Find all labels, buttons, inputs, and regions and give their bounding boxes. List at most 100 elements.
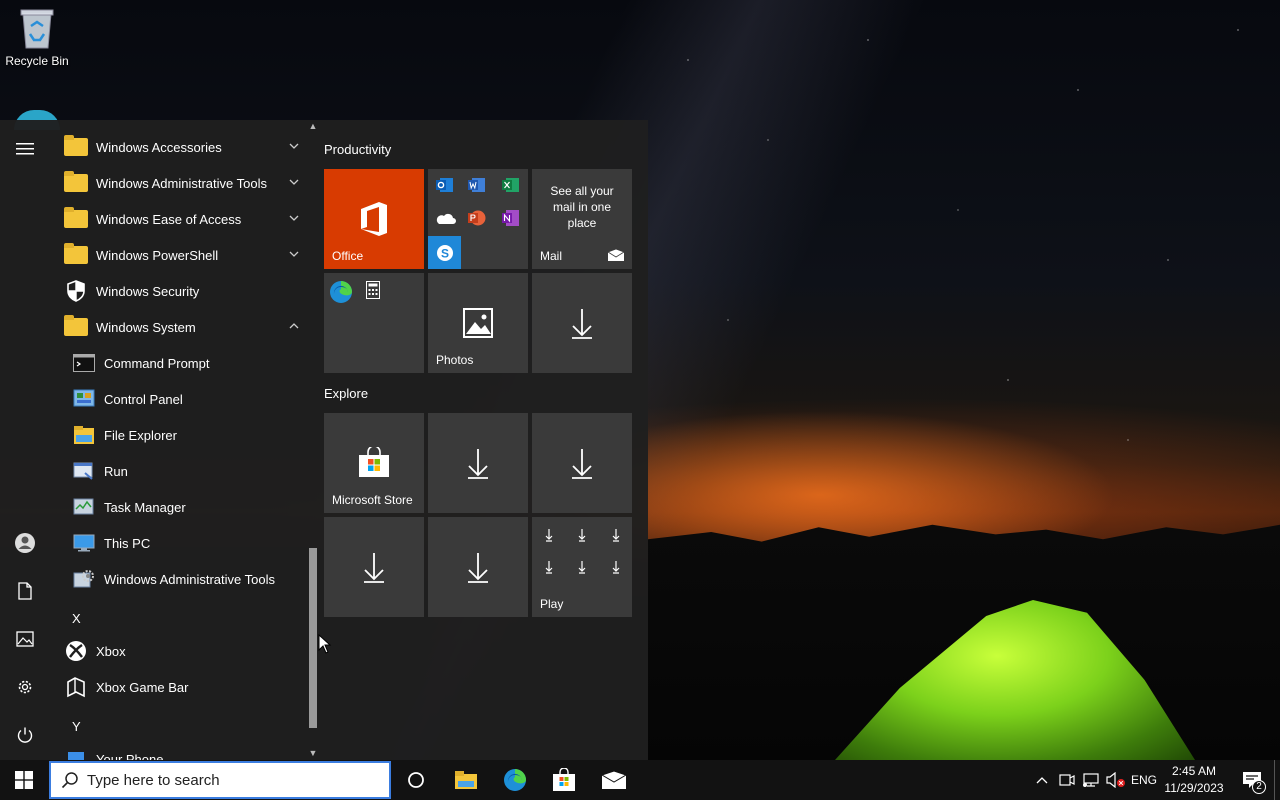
start-button[interactable] <box>0 760 48 800</box>
app-label: Run <box>104 463 128 479</box>
tile-label: Photos <box>436 353 474 367</box>
tray-network[interactable] <box>1080 760 1102 800</box>
app-label: Xbox <box>96 643 126 659</box>
tray-volume[interactable] <box>1104 760 1128 800</box>
file-explorer-icon <box>455 771 477 789</box>
download-arrows-grid-icon <box>545 529 620 574</box>
app-your-phone[interactable]: Your Phone <box>50 741 306 760</box>
administrative-tools-icon <box>72 567 96 591</box>
app-folder-windows-ease-of-access[interactable]: Windows Ease of Access <box>50 201 306 237</box>
settings-icon[interactable] <box>10 672 40 702</box>
user-icon[interactable] <box>10 528 40 558</box>
app-list: Windows Accessories Windows Administrati… <box>50 120 306 760</box>
tray-language[interactable]: ENG <box>1128 760 1160 800</box>
scroll-down-icon[interactable]: ▼ <box>308 748 318 758</box>
tile-label: Play <box>540 597 564 611</box>
show-desktop-button[interactable] <box>1274 760 1275 800</box>
app-file-explorer[interactable]: File Explorer <box>50 417 306 453</box>
show-hidden-icons-button[interactable] <box>1032 760 1052 800</box>
chevron-down-icon <box>289 251 299 257</box>
word-icon <box>468 178 485 192</box>
xbox-game-bar-icon <box>64 675 88 699</box>
tile-download-placeholder-3[interactable] <box>532 413 632 513</box>
onedrive-icon <box>436 213 456 224</box>
taskbar-edge[interactable] <box>491 760 539 800</box>
run-icon <box>72 459 96 483</box>
recycle-bin-desktop-icon[interactable]: Recycle Bin <box>4 6 70 68</box>
app-label: Command Prompt <box>104 355 210 371</box>
app-run[interactable]: Run <box>50 453 306 489</box>
taskbar-search-box[interactable] <box>49 761 391 799</box>
app-label: Windows PowerShell <box>96 247 219 263</box>
tray-meet-now[interactable] <box>1056 760 1078 800</box>
scroll-up-icon[interactable]: ▲ <box>308 121 318 131</box>
app-label: Windows Administrative Tools <box>104 571 275 587</box>
tile-office-apps-folder[interactable]: S <box>428 169 528 269</box>
control-panel-icon <box>72 387 96 411</box>
tile-label: Microsoft Store <box>332 493 413 507</box>
mail-icon <box>608 249 624 261</box>
tile-edge-calculator-folder[interactable] <box>324 273 424 373</box>
app-this-pc[interactable]: This PC <box>50 525 306 561</box>
tile-play-folder[interactable]: Play <box>532 517 632 617</box>
tray-clock[interactable]: 2:45 AM 11/29/2023 <box>1158 763 1230 797</box>
outlook-icon <box>436 178 453 192</box>
clock-date: 11/29/2023 <box>1164 781 1224 795</box>
letter-header-x[interactable]: X <box>72 611 81 626</box>
mouse-cursor-icon <box>318 634 332 654</box>
power-icon[interactable] <box>10 720 40 750</box>
letter-header-y[interactable]: Y <box>72 719 81 734</box>
group-title-explore[interactable]: Explore <box>324 386 368 401</box>
action-center-button[interactable]: 2 <box>1234 760 1270 800</box>
app-folder-windows-accessories[interactable]: Windows Accessories <box>50 129 306 165</box>
chevron-down-icon <box>289 179 299 185</box>
taskbar-microsoft-store[interactable] <box>540 760 588 800</box>
meet-now-icon <box>1059 774 1075 786</box>
app-label: Windows Accessories <box>96 139 222 155</box>
app-label: Windows System <box>96 319 196 335</box>
download-arrow-icon <box>532 413 632 513</box>
tile-label: Office <box>332 249 364 263</box>
search-input[interactable] <box>87 771 377 789</box>
scrollbar-thumb[interactable] <box>309 548 317 728</box>
task-manager-icon <box>72 495 96 519</box>
your-phone-icon <box>64 747 88 760</box>
app-label: Windows Ease of Access <box>96 211 242 227</box>
app-folder-windows-powershell[interactable]: Windows PowerShell <box>50 237 306 273</box>
app-windows-security[interactable]: Windows Security <box>50 273 306 309</box>
app-list-scrollbar[interactable]: ▲ ▼ <box>307 120 318 760</box>
tile-office[interactable]: Office <box>324 169 424 269</box>
app-label: This PC <box>104 535 151 551</box>
app-xbox[interactable]: Xbox <box>50 633 306 669</box>
shield-icon <box>64 279 88 303</box>
tile-download-placeholder-2[interactable] <box>428 413 528 513</box>
start-rail <box>0 120 50 760</box>
hamburger-icon[interactable] <box>10 134 40 164</box>
mail-tile-text: See all your mail in one place <box>550 184 614 230</box>
group-title-productivity[interactable]: Productivity <box>324 142 391 157</box>
tile-mail[interactable]: See all your mail in one place Mail <box>532 169 632 269</box>
taskbar-mail[interactable] <box>590 760 638 800</box>
app-folder-windows-administrative-tools[interactable]: Windows Administrative Tools <box>50 165 306 201</box>
app-xbox-game-bar[interactable]: Xbox Game Bar <box>50 669 306 705</box>
recycle-bin-label: Recycle Bin <box>5 54 69 68</box>
tile-photos[interactable]: Photos <box>428 273 528 373</box>
mail-icon <box>601 770 627 789</box>
app-task-manager[interactable]: Task Manager <box>50 489 306 525</box>
document-icon[interactable] <box>10 576 40 606</box>
app-folder-windows-system[interactable]: Windows System <box>50 309 306 345</box>
app-control-panel[interactable]: Control Panel <box>50 381 306 417</box>
tile-download-placeholder-1[interactable] <box>532 273 632 373</box>
edge-icon <box>504 769 526 791</box>
tile-microsoft-store[interactable]: Microsoft Store <box>324 413 424 513</box>
app-windows-administrative-tools[interactable]: Windows Administrative Tools <box>50 561 306 597</box>
chevron-down-icon <box>289 215 299 221</box>
pictures-icon[interactable] <box>10 624 40 654</box>
this-pc-icon <box>72 531 96 555</box>
tile-download-placeholder-4[interactable] <box>324 517 424 617</box>
taskbar-file-explorer[interactable] <box>442 760 490 800</box>
app-command-prompt[interactable]: Command Prompt <box>50 345 306 381</box>
cortana-button[interactable] <box>392 760 440 800</box>
search-icon <box>61 772 78 789</box>
tile-download-placeholder-5[interactable] <box>428 517 528 617</box>
